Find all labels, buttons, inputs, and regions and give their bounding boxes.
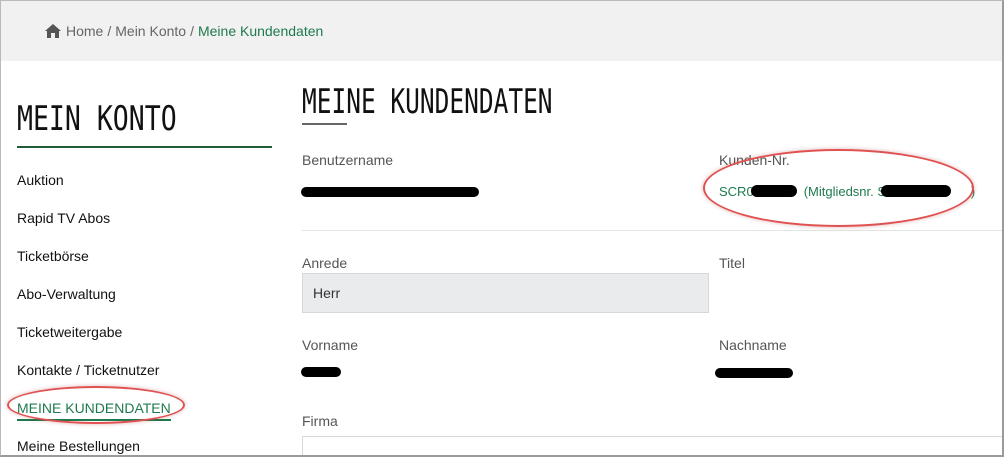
- breadcrumb-mein-konto[interactable]: Mein Konto: [115, 23, 186, 39]
- benutzername-redacted: [301, 187, 479, 197]
- titel-label: Titel: [719, 255, 745, 271]
- breadcrumb-separator: /: [107, 23, 112, 39]
- firma-input[interactable]: [302, 436, 1002, 455]
- nachname-label: Nachname: [719, 337, 787, 353]
- sidebar-item-label: Rapid TV Abos: [17, 210, 111, 226]
- breadcrumb-current: Meine Kundendaten: [197, 23, 324, 39]
- annotation-ellipse-sidebar: [7, 386, 185, 424]
- anrede-select[interactable]: Herr: [302, 273, 709, 313]
- vorname-redacted: [301, 367, 341, 377]
- page-title-rule: [302, 123, 347, 125]
- sidebar-item-label: Abo-Verwaltung: [17, 286, 116, 302]
- sidebar-item-ticketweitergabe[interactable]: Ticketweitergabe: [17, 313, 273, 351]
- sidebar-item-label: Ticketweitergabe: [17, 324, 123, 340]
- sidebar-item-auktion[interactable]: Auktion: [17, 161, 273, 199]
- section-divider: [302, 230, 1002, 231]
- sidebar-title-rule: [17, 146, 272, 148]
- sidebar-item-abo-verwaltung[interactable]: Abo-Verwaltung: [17, 275, 273, 313]
- nachname-redacted: [715, 368, 793, 378]
- sidebar-item-label: Kontakte / Ticketnutzer: [17, 362, 160, 378]
- sidebar-item-kontakte[interactable]: Kontakte / Ticketnutzer: [17, 351, 273, 389]
- sidebar-item-meine-bestellungen[interactable]: Meine Bestellungen: [17, 427, 273, 455]
- sidebar-item-rapid-tv-abos[interactable]: Rapid TV Abos: [17, 199, 273, 237]
- benutzername-label: Benutzername: [302, 152, 394, 168]
- sidebar-title: MEIN KONTO: [17, 99, 177, 139]
- main-content: MEINE KUNDENDATEN: [302, 81, 1002, 125]
- page-title: MEINE KUNDENDATEN: [302, 82, 553, 122]
- breadcrumb-separator: /: [190, 23, 194, 39]
- firma-label: Firma: [302, 413, 338, 429]
- sidebar-item-label: Meine Bestellungen: [17, 438, 140, 454]
- vorname-label: Vorname: [302, 337, 359, 353]
- sidebar-item-label: Auktion: [17, 172, 64, 188]
- page-frame: Home / Mein Konto / Meine Kundendaten ME…: [0, 0, 1004, 457]
- anrede-label: Anrede: [302, 255, 348, 271]
- breadcrumb: Home / Mein Konto / Meine Kundendaten: [1, 1, 1002, 61]
- home-icon[interactable]: [45, 24, 61, 38]
- sidebar-item-label: Ticketbörse: [17, 248, 89, 264]
- annotation-ellipse-kunden-nr: [703, 149, 974, 227]
- breadcrumb-home[interactable]: Home: [66, 23, 103, 39]
- sidebar-item-ticketboerse[interactable]: Ticketbörse: [17, 237, 273, 275]
